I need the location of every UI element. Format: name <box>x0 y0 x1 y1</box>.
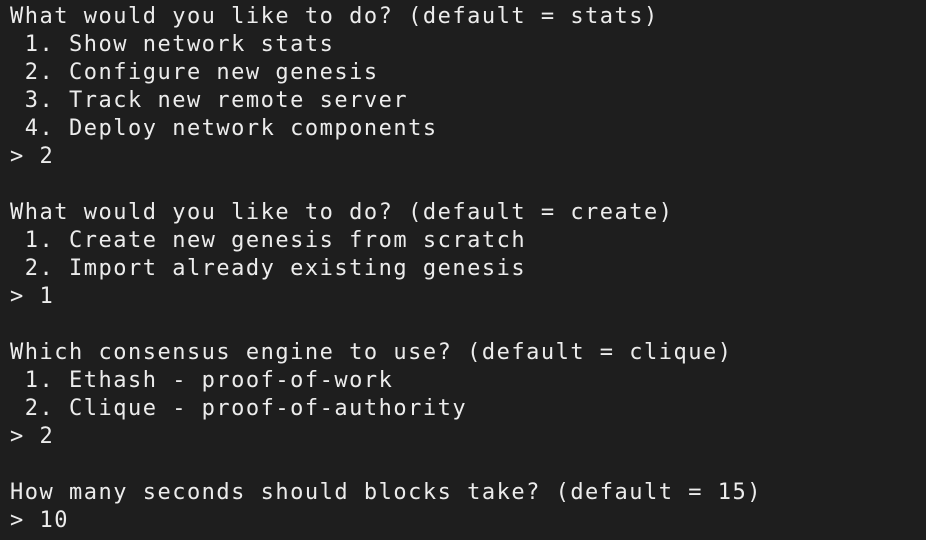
menu-option: 2. Configure new genesis <box>10 60 379 85</box>
menu-option: 1. Create new genesis from scratch <box>10 228 527 253</box>
menu-option: 1. Show network stats <box>10 32 335 57</box>
user-answer: > 1 <box>10 284 55 309</box>
user-answer: > 2 <box>10 424 55 449</box>
prompt-question: What would you like to do? (default = cr… <box>10 200 674 225</box>
menu-option: 1. Ethash - proof-of-work <box>10 368 394 393</box>
prompt-question: What would you like to do? (default = st… <box>10 4 659 29</box>
menu-option: 2. Import already existing genesis <box>10 256 527 281</box>
user-answer: > 2 <box>10 144 55 169</box>
user-answer: > 10 <box>10 508 69 533</box>
menu-option: 4. Deploy network components <box>10 116 438 141</box>
prompt-question: Which consensus engine to use? (default … <box>10 340 733 365</box>
terminal-window[interactable]: What would you like to do? (default = st… <box>0 0 926 540</box>
prompt-question: How many seconds should blocks take? (de… <box>10 480 763 505</box>
menu-option: 3. Track new remote server <box>10 88 409 113</box>
menu-option: 2. Clique - proof-of-authority <box>10 396 468 421</box>
